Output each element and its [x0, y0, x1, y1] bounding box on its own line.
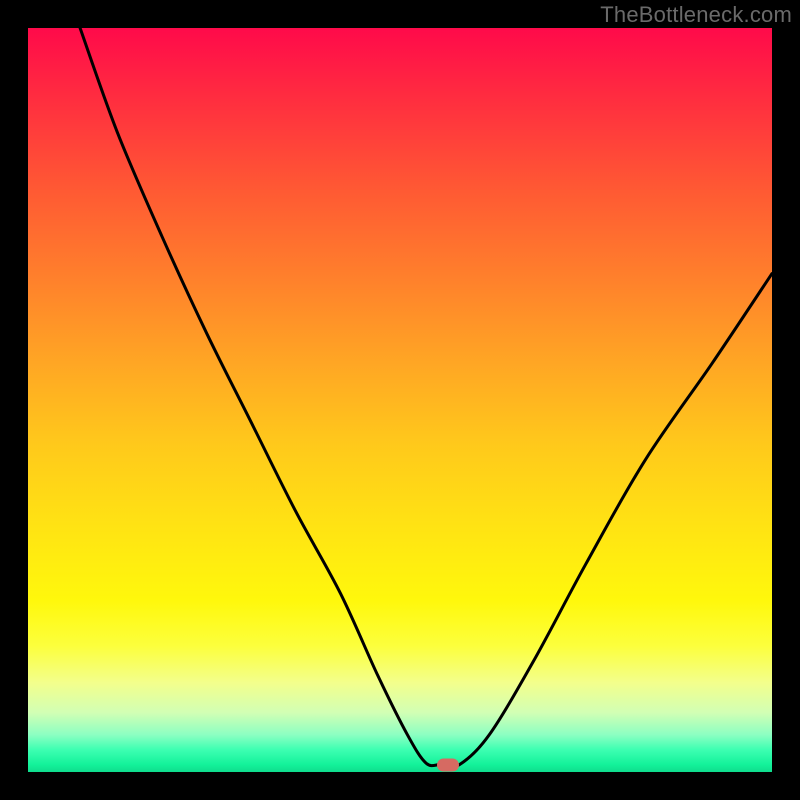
- bottleneck-curve-path: [80, 28, 772, 767]
- bottleneck-curve: [28, 28, 772, 772]
- chart-plot-area: [28, 28, 772, 772]
- watermark-text: TheBottleneck.com: [600, 2, 792, 28]
- optimum-marker: [437, 758, 459, 771]
